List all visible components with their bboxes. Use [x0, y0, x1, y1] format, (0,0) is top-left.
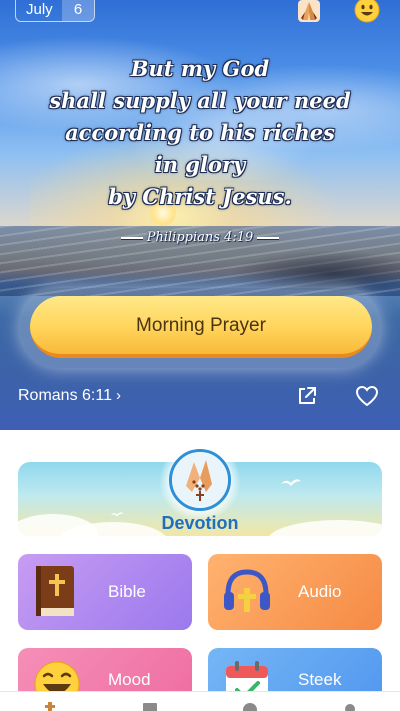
verse-reference: Philippians 4:19	[146, 230, 254, 245]
verse-reference-row: Philippians 4:19	[100, 230, 300, 245]
bible-book-icon	[36, 566, 74, 616]
verse-line: according to his riches	[65, 120, 335, 145]
praying-hands-icon[interactable]	[296, 0, 322, 24]
heart-icon[interactable]	[355, 385, 379, 407]
date-day: 6	[62, 0, 94, 21]
bottom-navigation	[0, 691, 400, 711]
book-icon[interactable]	[142, 700, 158, 711]
date-month: July	[26, 1, 53, 18]
audio-tile[interactable]: Audio	[208, 554, 382, 630]
profile-icon[interactable]	[342, 700, 358, 711]
headphones-icon	[224, 569, 270, 612]
cross-icon[interactable]	[42, 700, 58, 711]
share-icon[interactable]	[296, 385, 318, 407]
verse-line: But my God	[130, 56, 270, 81]
verse-hero: July 6 But my God shall supply all your …	[0, 0, 400, 430]
question-icon[interactable]	[242, 700, 258, 711]
date-selector[interactable]: July 6	[15, 0, 95, 22]
audio-label: Audio	[298, 582, 342, 601]
bible-tile[interactable]: Bible	[18, 554, 192, 630]
verse-line: shall supply all your need	[49, 88, 351, 113]
rocks	[230, 250, 400, 290]
reference-dash	[257, 236, 280, 239]
devotion-label: Devotion	[161, 513, 239, 533]
verse-line: in glory	[154, 152, 246, 177]
bible-label: Bible	[108, 582, 146, 601]
bird-icon	[110, 512, 124, 517]
verse-line: by Christ Jesus.	[108, 184, 292, 209]
bird-icon	[281, 479, 301, 486]
reference-dash	[120, 236, 143, 239]
related-verse-link[interactable]: Romans 6:11 ›	[18, 387, 121, 405]
feature-grid: Devotion Bible Audio Mood Steek	[0, 430, 400, 711]
chevron-right-icon: ›	[115, 387, 121, 404]
related-verse-label: Romans 6:11	[18, 387, 112, 404]
cloud-decoration	[268, 520, 382, 536]
praying-hands-rosary-icon[interactable]	[169, 449, 231, 511]
smiley-icon[interactable]	[354, 0, 380, 24]
daily-verse: But my God shall supply all your need ac…	[20, 53, 380, 213]
morning-prayer-button[interactable]: Morning Prayer	[30, 296, 372, 358]
